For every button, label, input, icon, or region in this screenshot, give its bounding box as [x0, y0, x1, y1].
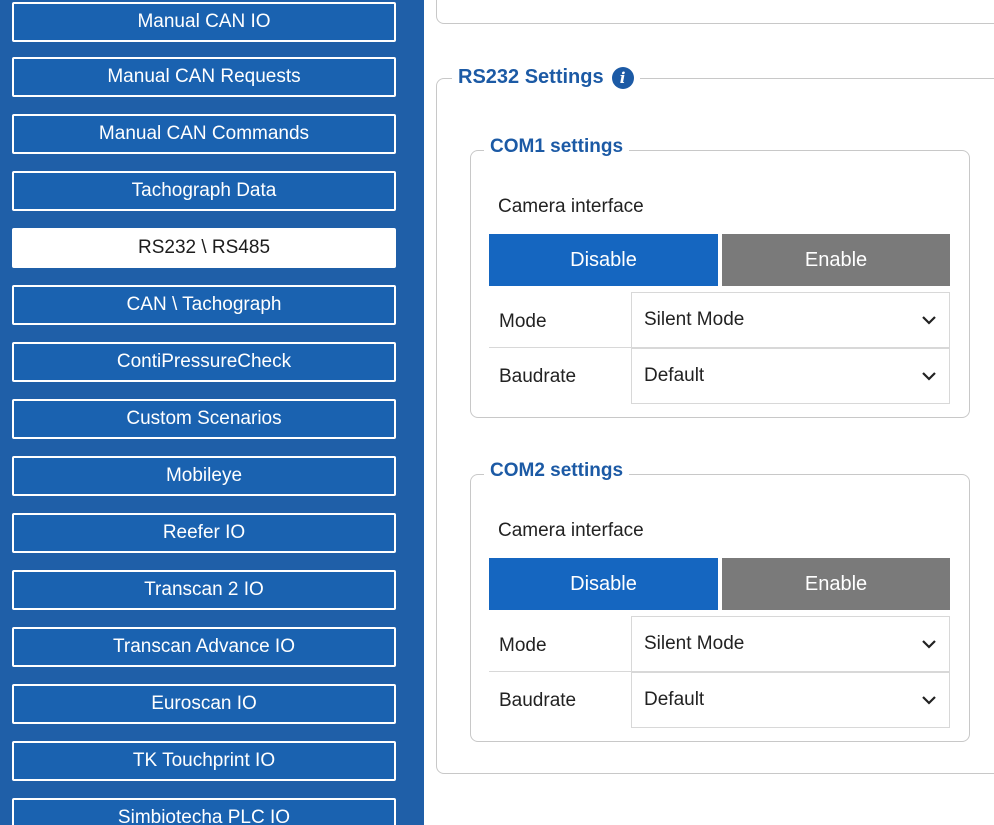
sidebar-item-mobileye[interactable]: Mobileye: [12, 456, 396, 496]
sidebar-item-rs232-rs485[interactable]: RS232 \ RS485: [12, 228, 396, 268]
sidebar-item-simbiotecha-plc-io[interactable]: Simbiotecha PLC IO: [12, 798, 396, 825]
sidebar-item-conti-pressure-check[interactable]: ContiPressureCheck: [12, 342, 396, 382]
sidebar-item-transcan-advance-io[interactable]: Transcan Advance IO: [12, 627, 396, 667]
com2-mode-value: Silent Mode: [644, 633, 745, 654]
sidebar-item-manual-can-io[interactable]: Manual CAN IO: [12, 2, 396, 42]
com2-baudrate-label: Baudrate: [499, 690, 577, 711]
sidebar-item-tk-touchprint-io[interactable]: TK Touchprint IO: [12, 741, 396, 781]
com2-enable-button[interactable]: Enable: [722, 558, 950, 610]
rs232-settings-title: RS232 Settings: [458, 66, 604, 88]
com2-mode-label: Mode: [499, 635, 547, 656]
sidebar-item-reefer-io[interactable]: Reefer IO: [12, 513, 396, 553]
com1-mode-value: Silent Mode: [644, 309, 745, 330]
sidebar-item-custom-scenarios[interactable]: Custom Scenarios: [12, 399, 396, 439]
com1-camera-interface-label: Camera interface: [498, 196, 644, 217]
info-icon[interactable]: i: [611, 66, 634, 89]
sidebar: Manual CAN IO Manual CAN Requests Manual…: [0, 0, 424, 825]
chevron-down-icon: [922, 640, 936, 649]
com2-settings-title: COM2 settings: [484, 460, 630, 482]
com2-mode-select[interactable]: Silent Mode: [631, 616, 950, 672]
sidebar-item-manual-can-requests[interactable]: Manual CAN Requests: [12, 57, 396, 97]
com1-enable-button[interactable]: Enable: [722, 234, 950, 286]
com2-camera-interface-label: Camera interface: [498, 520, 644, 541]
sidebar-item-tachograph-data[interactable]: Tachograph Data: [12, 171, 396, 211]
com2-disable-button[interactable]: Disable: [489, 558, 718, 610]
com1-mode-select[interactable]: Silent Mode: [631, 292, 950, 348]
com1-baudrate-value: Default: [644, 365, 705, 386]
rs232-settings-header: RS232 Settings i: [452, 66, 640, 89]
com1-baudrate-select[interactable]: Default: [631, 348, 950, 404]
chevron-down-icon: [922, 316, 936, 325]
chevron-down-icon: [922, 696, 936, 705]
sidebar-item-transcan-2-io[interactable]: Transcan 2 IO: [12, 570, 396, 610]
sidebar-item-can-tachograph[interactable]: CAN \ Tachograph: [12, 285, 396, 325]
sidebar-item-manual-can-commands[interactable]: Manual CAN Commands: [12, 114, 396, 154]
com1-settings-title: COM1 settings: [484, 136, 630, 158]
com1-baudrate-label: Baudrate: [499, 366, 577, 387]
sidebar-item-euroscan-io[interactable]: Euroscan IO: [12, 684, 396, 724]
com2-baudrate-select[interactable]: Default: [631, 672, 950, 728]
com1-disable-button[interactable]: Disable: [489, 234, 718, 286]
com1-mode-label: Mode: [499, 311, 547, 332]
chevron-down-icon: [922, 372, 936, 381]
previous-panel: [436, 0, 994, 24]
com2-baudrate-value: Default: [644, 689, 705, 710]
